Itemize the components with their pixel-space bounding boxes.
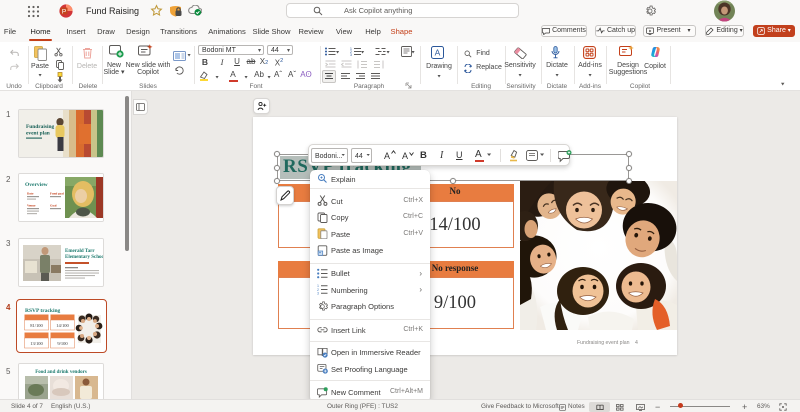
svg-text:RSVP tracking: RSVP tracking [25, 308, 61, 314]
svg-text:Fund goal: Fund goal [50, 192, 64, 196]
svg-text:A: A [435, 48, 441, 58]
svg-text:event plan: event plan [26, 131, 50, 137]
svg-text:81/100: 81/100 [30, 323, 43, 328]
svg-text:3: 3 [350, 53, 352, 56]
svg-text:Date: Date [27, 192, 34, 196]
svg-text:Food and drink vendors: Food and drink vendors [35, 370, 87, 375]
svg-text:Venue: Venue [27, 204, 36, 208]
svg-text:Elementary School: Elementary School [65, 255, 103, 260]
svg-text:Fundraising: Fundraising [26, 124, 54, 130]
svg-text:3: 3 [317, 292, 319, 296]
svg-text:P: P [62, 8, 66, 15]
svg-text:14/100: 14/100 [56, 323, 69, 328]
svg-text:Emerald Tarr: Emerald Tarr [65, 249, 95, 254]
svg-text:13/100: 13/100 [30, 341, 43, 346]
svg-text:9/100: 9/100 [57, 341, 68, 346]
svg-text:Goal: Goal [50, 204, 57, 208]
svg-text:Overview: Overview [25, 182, 48, 188]
